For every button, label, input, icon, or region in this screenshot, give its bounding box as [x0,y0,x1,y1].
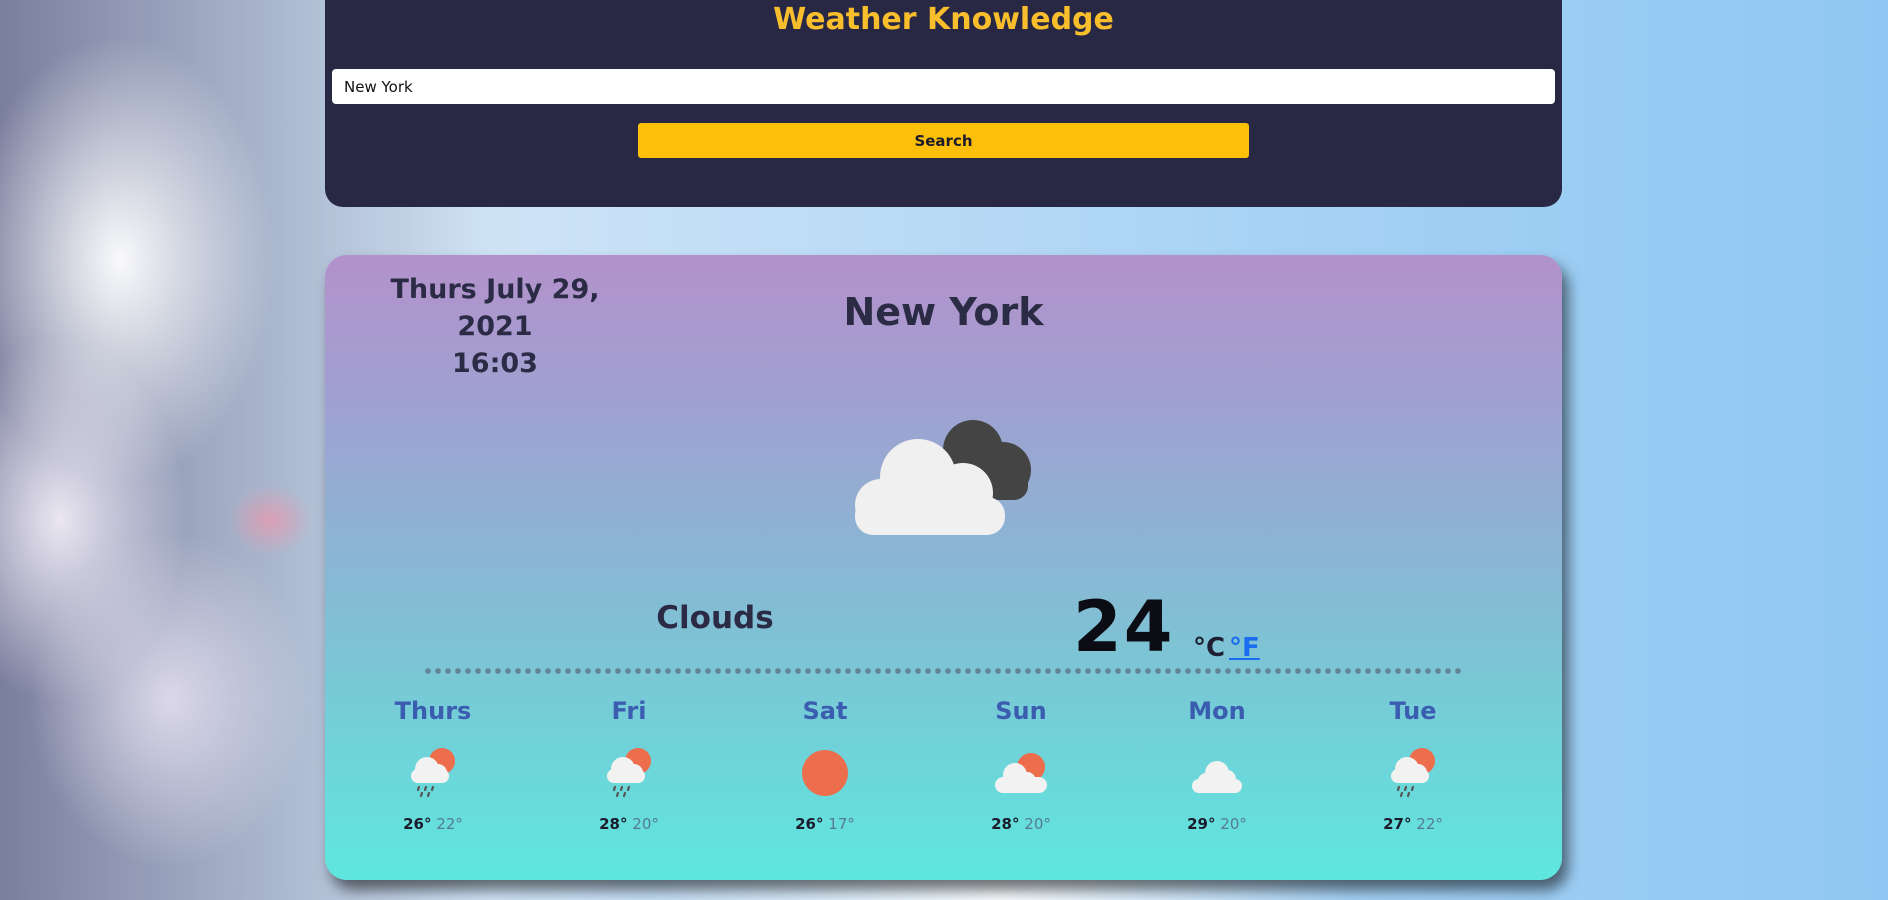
app-title: Weather Knowledge [773,2,1114,37]
forecast-day: Sun 28° 20° [941,693,1101,833]
clouds-icon [855,420,1031,535]
forecast-day: Sat 26° 17° [745,693,905,833]
current-time: 16:03 [452,348,538,379]
forecast-day-name: Tue [1389,697,1437,725]
temperature-value: 24 [1073,586,1175,668]
rain-sun-icon [411,748,455,798]
forecast-day-name: Mon [1188,697,1246,725]
forecast-day: Fri 28° 20° [549,693,709,833]
forecast-max-temp: 26° [795,815,824,833]
forecast-row: Thurs 26° 22° Fri 28° 20° Sat 26° 17° Su… [353,693,1533,853]
forecast-min-temp: 22° [1416,815,1443,833]
forecast-min-temp: 20° [632,815,659,833]
cloud-sun-icon [995,753,1047,793]
forecast-day: Thurs 26° 22° [353,693,513,833]
forecast-day: Tue 27° 22° [1333,693,1493,833]
forecast-min-temp: 20° [1220,815,1247,833]
rain-sun-icon [1391,748,1435,798]
forecast-min-temp: 17° [828,815,855,833]
forecast-day-name: Sat [802,697,848,725]
forecast-max-temp: 27° [1383,815,1412,833]
sun-icon [802,750,848,796]
fahrenheit-link[interactable]: °F [1229,633,1260,663]
forecast-max-temp: 26° [403,815,432,833]
forecast-day-name: Fri [611,697,647,725]
search-button[interactable]: Search [638,123,1249,158]
forecast-max-temp: 28° [599,815,628,833]
forecast-day-name: Sun [995,697,1047,725]
cloud-icon [1192,761,1242,793]
celsius-unit: °C [1193,633,1226,663]
dotted-divider [425,668,1465,674]
search-input[interactable] [332,69,1555,104]
forecast-max-temp: 29° [1187,815,1216,833]
forecast-day-name: Thurs [394,697,472,725]
forecast-day: Mon 29° 20° [1137,693,1297,833]
city-name: New York [843,290,1044,334]
forecast-min-temp: 20° [1024,815,1051,833]
weather-card: Thurs July 29, 2021 16:03 New York Cloud… [325,255,1562,880]
forecast-max-temp: 28° [991,815,1020,833]
forecast-min-temp: 22° [436,815,463,833]
header-panel: Weather Knowledge Search [325,0,1562,207]
weather-description: Clouds [656,600,774,636]
rain-sun-icon [607,748,651,798]
